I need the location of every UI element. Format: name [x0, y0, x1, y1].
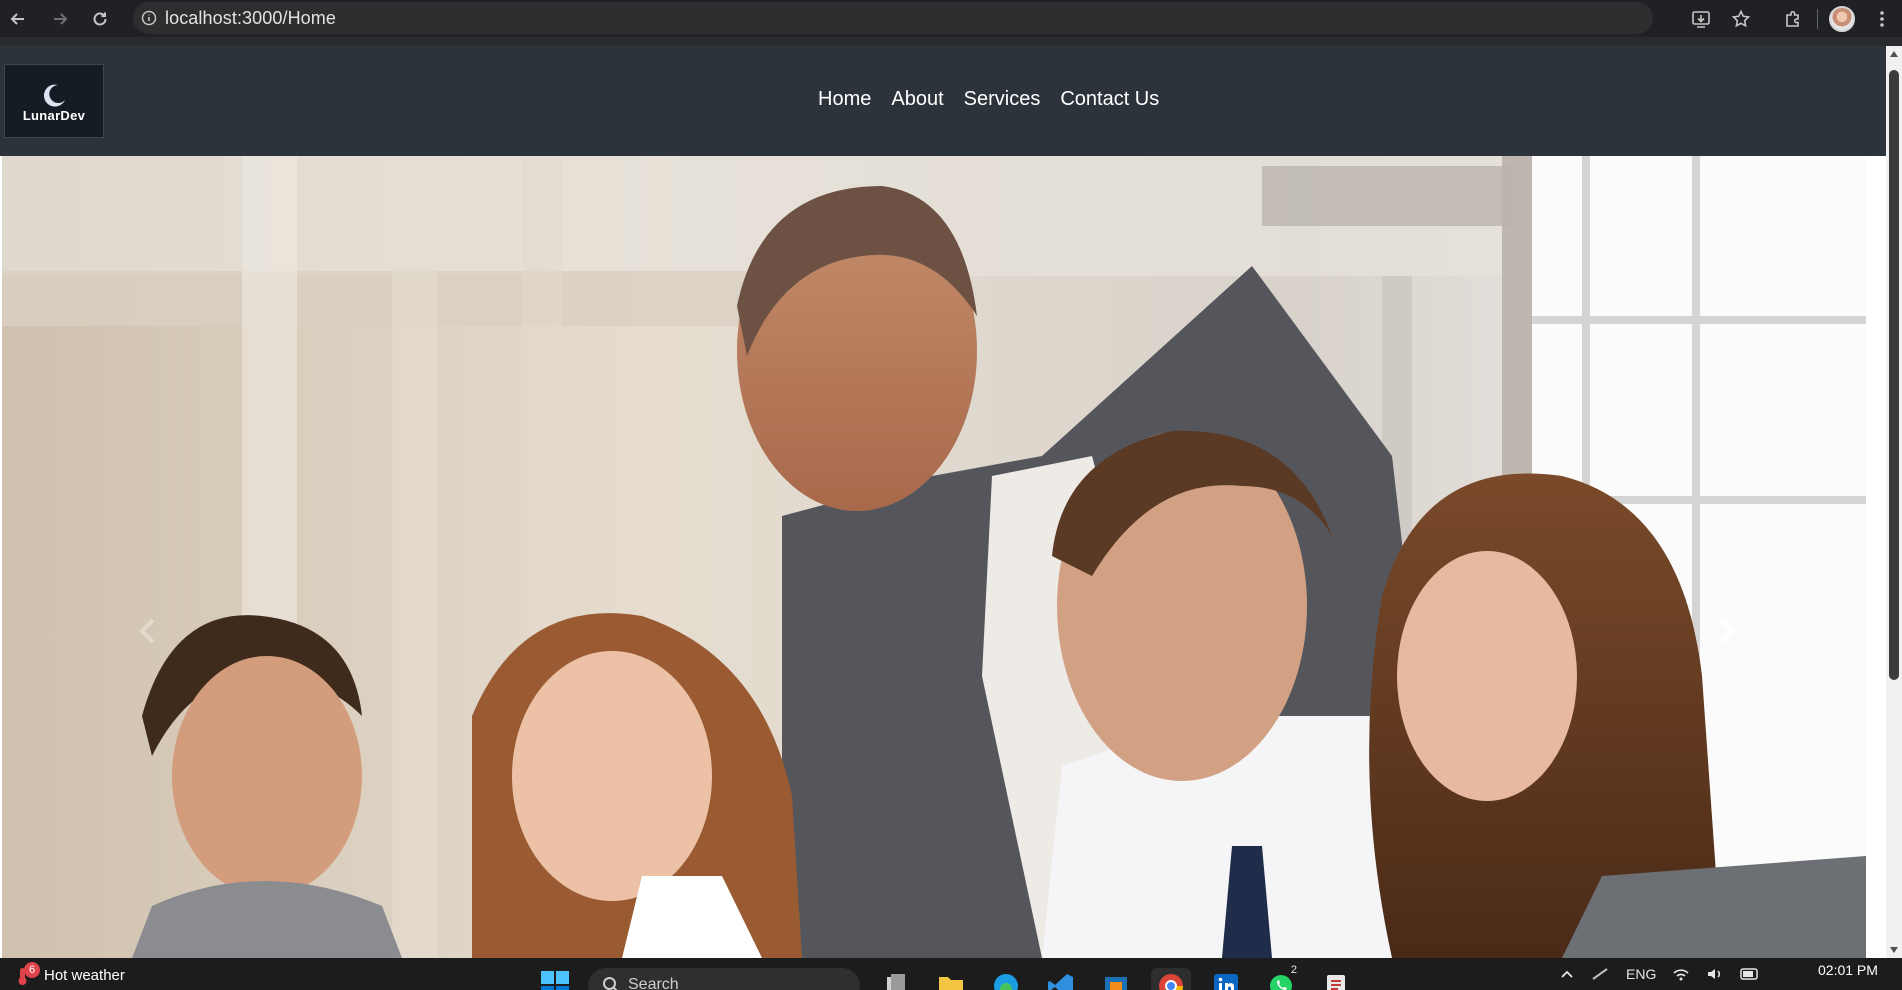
search-icon: [603, 977, 618, 990]
site-navbar: LunarDev Home About Services Contact Us: [0, 46, 1886, 156]
scrollbar-thumb[interactable]: [1889, 70, 1899, 680]
scroll-down-button[interactable]: [1886, 942, 1902, 958]
notepad-icon: [1327, 975, 1345, 990]
forward-button[interactable]: [42, 1, 78, 37]
site-logo[interactable]: LunarDev: [4, 64, 104, 138]
app-button[interactable]: [1096, 968, 1136, 990]
install-app-button[interactable]: [1681, 1, 1721, 37]
arrow-right-icon: [54, 12, 68, 25]
whatsapp-button[interactable]: 2: [1261, 964, 1301, 990]
toolbar-separator: [1817, 8, 1818, 29]
weather-text: Hot weather: [44, 966, 125, 984]
os-taskbar: 6 Hot weather Search 2 ENG 02:01 PM: [0, 958, 1902, 990]
site-info-icon[interactable]: [133, 2, 165, 34]
task-view-icon: [887, 974, 905, 990]
weather-widget[interactable]: 6 Hot weather: [14, 960, 125, 990]
thermometer-icon: 6: [14, 962, 40, 986]
language-indicator[interactable]: ENG: [1626, 966, 1656, 982]
bookmark-button[interactable]: [1721, 1, 1761, 37]
battery-icon[interactable]: [1740, 968, 1760, 980]
address-bar[interactable]: localhost:3000/Home: [133, 2, 1653, 34]
linkedin-icon: [1214, 974, 1238, 990]
windows-icon: [541, 971, 569, 990]
chrome-button[interactable]: [1151, 968, 1191, 990]
chrome-icon: [1159, 974, 1184, 990]
avatar: [1829, 5, 1855, 32]
taskbar-apps: 2: [876, 964, 1356, 990]
more-vertical-icon: [1880, 10, 1884, 27]
linkedin-button[interactable]: [1206, 968, 1246, 990]
browser-toolbar: localhost:3000/Home: [0, 0, 1902, 37]
nav-home[interactable]: Home: [818, 88, 871, 111]
profile-button[interactable]: [1822, 1, 1862, 37]
app-window-icon: [1105, 977, 1127, 990]
chevron-right-icon: [1719, 618, 1735, 644]
edge-button[interactable]: [986, 968, 1026, 990]
star-icon: [1731, 9, 1751, 27]
arrow-left-icon: [10, 12, 24, 25]
toolbar-actions: [1681, 0, 1902, 37]
nav-services[interactable]: Services: [964, 88, 1041, 111]
nav-about[interactable]: About: [891, 88, 943, 111]
file-explorer-button[interactable]: [931, 968, 971, 990]
scroll-up-button[interactable]: [1886, 46, 1902, 62]
vscode-button[interactable]: [1041, 968, 1081, 990]
back-button[interactable]: [0, 1, 36, 37]
search-placeholder: Search: [628, 976, 679, 990]
nav-contact-us[interactable]: Contact Us: [1060, 88, 1159, 111]
system-tray: ENG: [1560, 958, 1760, 990]
edge-icon: [994, 974, 1018, 990]
folder-icon: [939, 977, 963, 990]
page-viewport: LunarDev Home About Services Contact Us: [0, 46, 1902, 958]
logo-text: LunarDev: [22, 107, 86, 123]
chevron-up-icon[interactable]: [1560, 969, 1574, 979]
triangle-down-icon: [1890, 947, 1898, 953]
triangle-up-icon: [1890, 51, 1898, 57]
extensions-button[interactable]: [1773, 1, 1813, 37]
wifi-icon[interactable]: [1672, 966, 1690, 982]
start-button[interactable]: [540, 970, 570, 990]
clock-time[interactable]: 02:01 PM: [1818, 962, 1878, 978]
moon-icon: [43, 84, 65, 107]
main-nav: Home About Services Contact Us: [818, 88, 1159, 111]
toolbar-divider: [0, 37, 1902, 46]
hero-carousel: [2, 156, 1866, 958]
network-icon[interactable]: [1590, 966, 1610, 982]
task-view-button[interactable]: [876, 968, 916, 990]
volume-icon[interactable]: [1706, 966, 1724, 982]
vscode-icon: [1048, 974, 1073, 990]
whatsapp-badge: 2: [1290, 964, 1297, 976]
chevron-left-icon: [139, 618, 155, 644]
notepad-button[interactable]: [1316, 968, 1356, 990]
weather-badge: 6: [24, 962, 40, 978]
carousel-prev-button[interactable]: [117, 601, 177, 661]
install-icon: [1692, 10, 1710, 28]
menu-button[interactable]: [1862, 1, 1902, 37]
hero-photo: [2, 156, 1866, 958]
puzzle-icon: [1786, 10, 1799, 27]
carousel-next-button[interactable]: [1697, 601, 1757, 661]
reload-icon: [93, 12, 107, 25]
url-text[interactable]: localhost:3000/Home: [165, 8, 336, 29]
page-scrollbar[interactable]: [1886, 46, 1902, 958]
taskbar-search[interactable]: Search: [588, 968, 860, 990]
reload-button[interactable]: [82, 1, 118, 37]
